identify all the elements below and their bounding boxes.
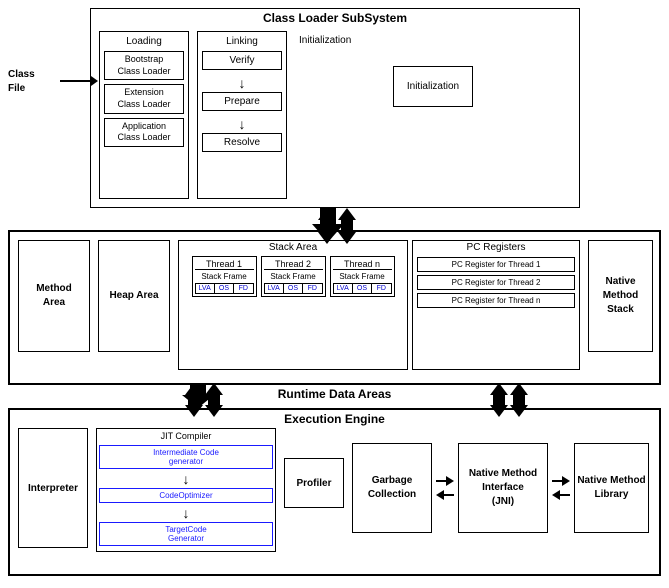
runtime-title: Runtime Data Areas (10, 387, 659, 401)
thread-n-lva: LVA (334, 284, 353, 293)
nmi-nml-arrow-right (552, 476, 570, 486)
nml-box: Native MethodLibrary (574, 443, 649, 533)
loading-box: Loading BootstrapClass Loader ExtensionC… (99, 31, 189, 199)
interpreter-box: Interpreter (18, 428, 88, 548)
gc-nmi-arrow-left (436, 490, 454, 500)
thread-n-os: OS (353, 284, 372, 293)
gc-section: GarbageCollection Native MethodInterface… (352, 443, 649, 533)
init-label: Initialization (299, 35, 567, 46)
prepare-step: Prepare (202, 92, 282, 111)
cls-title: Class Loader SubSystem (91, 9, 579, 27)
thread-n-fd: FD (372, 284, 390, 293)
thread-n-stackframe: Stack Frame (333, 272, 392, 281)
verify-step: Verify (202, 51, 282, 70)
thread-n-box: Thread n Stack Frame LVA OS FD (330, 256, 395, 297)
resolve-step: Resolve (202, 133, 282, 152)
threads-row: Thread 1 Stack Frame LVA OS FD Thread 2 … (179, 254, 407, 299)
nmi-nml-arrows (552, 476, 570, 500)
jit-arrow-1: ↓ (99, 472, 273, 486)
thread-1-os: OS (215, 284, 234, 293)
thread-2-box: Thread 2 Stack Frame LVA OS FD (261, 256, 326, 297)
pc-registers: PC Registers PC Register for Thread 1 PC… (412, 240, 580, 370)
pc-reg-n: PC Register for Thread n (417, 293, 575, 308)
thread-1-lva: LVA (196, 284, 215, 293)
extension-loader: ExtensionClass Loader (104, 84, 184, 113)
thread-2-stackframe: Stack Frame (264, 272, 323, 281)
init-box: Initialization (393, 66, 473, 107)
loading-title: Loading (104, 36, 184, 47)
stack-area-title: Stack Area (179, 241, 407, 254)
gc-nmi-arrows (436, 476, 454, 500)
thread-2-fd: FD (303, 284, 321, 293)
thread-1-fd: FD (234, 284, 252, 293)
thread-n-title: Thread n (333, 259, 392, 270)
heap-area: Heap Area (98, 240, 170, 352)
jit-title: JIT Compiler (99, 431, 273, 441)
thread-1-lva-row: LVA OS FD (195, 283, 254, 294)
gc-box: GarbageCollection (352, 443, 432, 533)
exec-title: Execution Engine (10, 410, 659, 428)
execution-engine: Execution Engine Interpreter JIT Compile… (8, 408, 661, 576)
method-area: MethodArea (18, 240, 90, 352)
bootstrap-loader: BootstrapClass Loader (104, 51, 184, 80)
pc-title: PC Registers (413, 241, 579, 254)
jit-arrow-2: ↓ (99, 506, 273, 520)
thread-1-stackframe: Stack Frame (195, 272, 254, 281)
linking-box: Linking Verify ↓ Prepare ↓ Resolve (197, 31, 287, 199)
gc-nmi-arrow-right (436, 476, 454, 486)
nmi-box: Native MethodInterface(JNI) (458, 443, 548, 533)
native-method-stack: NativeMethodStack (588, 240, 653, 352)
jit-optimizer: CodeOptimizer (99, 488, 273, 503)
thread-2-os: OS (284, 284, 303, 293)
thread-2-title: Thread 2 (264, 259, 323, 270)
linking-title: Linking (202, 36, 282, 47)
application-loader: ApplicationClass Loader (104, 118, 184, 147)
pc-reg-2: PC Register for Thread 2 (417, 275, 575, 290)
jit-target: TargetCodeGenerator (99, 522, 273, 546)
class-file-label: Class File (8, 68, 35, 96)
class-file-arrow (60, 80, 92, 82)
thread-2-lva: LVA (265, 284, 284, 293)
runtime-data-areas: MethodArea Heap Area Stack Area Thread 1… (8, 230, 661, 385)
jit-intermediate: Intermediate Codegenerator (99, 445, 273, 469)
thread-n-lva-row: LVA OS FD (333, 283, 392, 294)
nmi-nml-arrow-left (552, 490, 570, 500)
init-section: Initialization Initialization (295, 31, 571, 199)
profiler-box: Profiler (284, 458, 344, 508)
thread-1-title: Thread 1 (195, 259, 254, 270)
thread-1-box: Thread 1 Stack Frame LVA OS FD (192, 256, 257, 297)
pc-reg-1: PC Register for Thread 1 (417, 257, 575, 272)
arrow-verify-prepare: ↓ (202, 76, 282, 90)
stack-area: Stack Area Thread 1 Stack Frame LVA OS F… (178, 240, 408, 370)
thread-2-lva-row: LVA OS FD (264, 283, 323, 294)
jit-compiler-box: JIT Compiler Intermediate Codegenerator … (96, 428, 276, 552)
arrow-prepare-resolve: ↓ (202, 117, 282, 131)
class-loader-system: Class Loader SubSystem Loading Bootstrap… (90, 8, 580, 208)
diagram: Class File Class Loader SubSystem Loadin… (0, 0, 669, 588)
